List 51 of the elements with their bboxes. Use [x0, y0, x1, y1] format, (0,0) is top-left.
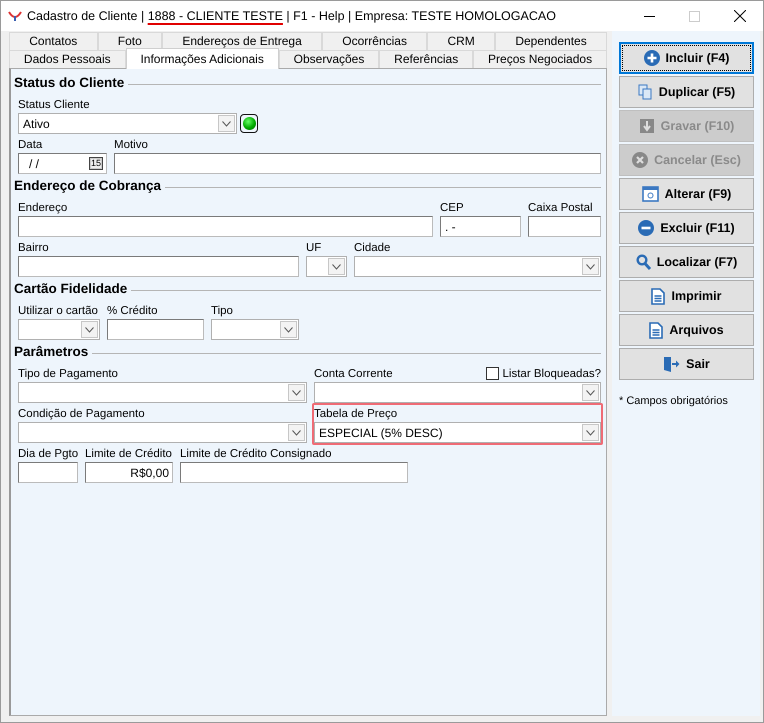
dropdown[interactable]: ESPECIAL (5% DESC) [314, 422, 601, 443]
field-label: Utilizar o cartão [18, 304, 98, 316]
tab[interactable]: Dados Pessoais [9, 50, 126, 68]
field-label: Tabela de Preço [314, 408, 398, 420]
field-label: Status Cliente [18, 98, 90, 110]
section-title: Cartão Fidelidade [14, 281, 128, 296]
field-label: Data [18, 138, 42, 150]
field-label: Tipo de Pagamento [18, 368, 118, 380]
action-button[interactable]: Imprimir [619, 280, 754, 312]
field-label: CEP [440, 202, 464, 214]
field-label: Dia de Pgto [18, 448, 78, 460]
window-title: Cadastro de Cliente | 1888 - CLIENTE TESTE | F1 - Help | Empresa: TESTE HOMOLOGACAO [27, 9, 556, 23]
action-button[interactable]: Incluir (F4) [619, 42, 754, 74]
required-fields-note: * Campos obrigatórios [619, 395, 729, 407]
checkbox-label: Listar Bloqueadas? [502, 368, 601, 380]
tab[interactable]: Preços Negociados [473, 50, 607, 68]
tab[interactable]: Ocorrências [322, 32, 428, 50]
input-field[interactable]: . - [440, 216, 521, 237]
action-button[interactable]: Duplicar (F5) [619, 76, 754, 108]
tab[interactable]: Endereços de Entrega [162, 32, 322, 50]
field-label: Tipo [211, 304, 233, 316]
field-label: % Crédito [107, 304, 158, 316]
field-label: Conta Corrente [314, 368, 393, 380]
tab[interactable]: Foto [98, 32, 162, 50]
date-field[interactable]: / / 15 [18, 153, 107, 174]
field-label: Limite de Crédito Consignado [180, 448, 332, 460]
dropdown[interactable]: Ativo [18, 113, 237, 134]
calendar-icon[interactable]: 15 [88, 157, 103, 170]
section-title: Endereço de Cobrança [14, 178, 162, 193]
tab[interactable]: Contatos [9, 32, 98, 50]
tab[interactable]: Observações [278, 50, 380, 68]
action-button[interactable]: Arquivos [619, 314, 754, 346]
action-button[interactable]: Excluir (F11) [619, 212, 754, 244]
action-button[interactable]: Alterar (F9) [619, 178, 754, 210]
input-field[interactable]: R$0,00 [85, 462, 173, 483]
action-button[interactable]: Sair [619, 348, 754, 380]
tab[interactable]: Referências [379, 50, 474, 68]
field-label: Motivo [114, 138, 148, 150]
field-label: Condição de Pagamento [18, 408, 145, 420]
field-label: UF [306, 242, 322, 254]
field-label: Cidade [354, 242, 390, 254]
field-label: Bairro [18, 242, 49, 254]
tab[interactable]: Dependentes [495, 32, 607, 50]
field-label: Limite de Crédito [85, 448, 172, 460]
field-label: Endereço [18, 202, 68, 214]
tab[interactable]: Informações Adicionais [126, 48, 279, 69]
section-title: Parâmetros [14, 344, 88, 359]
field-label: Caixa Postal [528, 202, 593, 214]
tab[interactable]: CRM [427, 32, 496, 50]
action-button[interactable]: Localizar (F7) [619, 246, 754, 278]
section-title: Status do Cliente [14, 75, 124, 90]
